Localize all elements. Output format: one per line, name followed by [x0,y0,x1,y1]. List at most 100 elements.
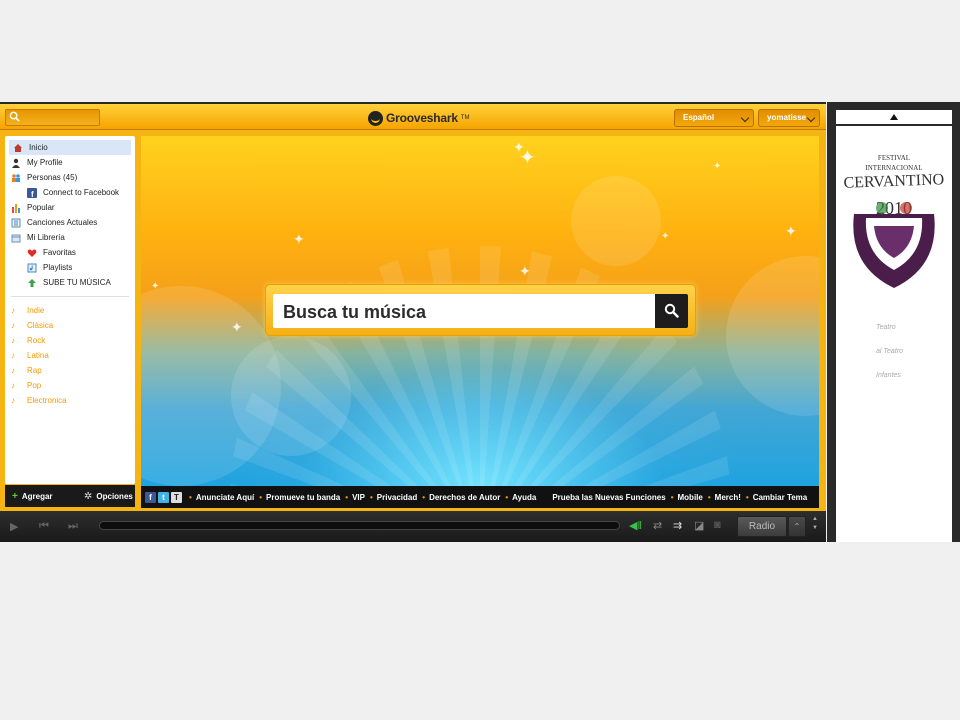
link-privacidad[interactable]: Privacidad [377,493,417,502]
repeat-icon[interactable]: ⇄ [653,519,662,532]
genre-item-electronica[interactable]: ♪ Electronica [5,393,135,408]
link-cambiar-tema[interactable]: Cambiar Tema [753,493,808,502]
genre-label: Clásica [27,321,54,330]
previous-icon[interactable]: ⏮ [39,520,49,533]
link-derechos[interactable]: Derechos de Autor [429,493,500,502]
grooveshark-logo[interactable]: Grooveshark TM [368,109,470,127]
language-dropdown[interactable]: Español [674,109,754,127]
chart-icon [11,203,21,213]
user-menu-dropdown[interactable]: yomatisse [758,109,820,127]
footer-links-bar: f t T • Anunciate Aquí • Promueve tu ban… [141,486,819,508]
sparkle-icon: ✦ [661,231,670,242]
genre-label: Rock [27,336,46,345]
main-search-input[interactable]: Busca tu música [273,294,658,328]
separator-dot: • [670,492,674,502]
ad-text: Infantes [876,372,901,379]
sidebar-item-label: Popular [27,203,55,212]
top-bar: Grooveshark TM Español yomatisse [0,102,826,130]
music-note-icon: ♪ [11,335,15,345]
tumblr-icon[interactable]: T [171,491,182,503]
separator-dot: • [505,492,509,502]
trademark: TM [460,115,470,121]
link-ayuda[interactable]: Ayuda [512,493,536,502]
link-nuevas-funciones[interactable]: Prueba las Nuevas Funciones [552,493,665,502]
sidebar-item-label: Favoritas [43,248,76,257]
sidebar-footer: + Agregar ✲ Opciones [5,485,135,507]
sidebar-item-label: Canciones Actuales [27,218,98,227]
light-rays [230,246,730,486]
add-label: Agregar [21,491,53,501]
sidebar-item-favoritas[interactable]: Favoritas [5,245,135,260]
upload-arrow-icon [27,278,37,288]
search-button[interactable] [655,294,688,328]
svg-text:FESTIVAL: FESTIVAL [878,154,910,162]
radio-button[interactable]: Radio [737,516,787,537]
grooveshark-logo-icon [368,110,383,126]
radio-antenna-icon[interactable]: ⌃ [788,516,806,537]
svg-text:INTERNACIONAL: INTERNACIONAL [865,164,922,172]
play-icon[interactable]: ▶ [10,520,18,533]
sidebar-divider [11,296,129,297]
link-mobile[interactable]: Mobile [678,493,703,502]
ad-banner[interactable]: CERVANTINO FESTIVAL INTERNACIONAL 2010 T… [836,126,952,542]
genre-item-rock[interactable]: ♪ Rock [5,333,135,348]
sidebar-item-mi-libreria[interactable]: Mi Librería [5,230,135,245]
festival-cervantino-logo: CERVANTINO FESTIVAL INTERNACIONAL 2010 [843,154,944,288]
music-note-icon: ♪ [11,320,15,330]
crossfade-icon[interactable]: ◪ [694,519,704,532]
twitter-icon[interactable]: t [158,491,169,503]
sidebar-item-playlists[interactable]: Playlists [5,260,135,275]
link-vip[interactable]: VIP [352,493,365,502]
home-icon [13,143,23,153]
add-button[interactable]: + Agregar [5,491,53,502]
separator-dot: • [189,492,192,502]
sidebar-item-label: Mi Librería [27,233,65,242]
link-anunciate[interactable]: Anunciate Aquí [196,493,254,502]
sidebar-item-label: Connect to Facebook [43,188,120,197]
brand-name: Grooveshark [386,111,458,125]
facebook-icon[interactable]: f [145,491,156,503]
genre-item-pop[interactable]: ♪ Pop [5,378,135,393]
next-icon[interactable]: ⏭ [68,520,78,533]
link-promueve[interactable]: Promueve tu banda [266,493,340,502]
sparkle-icon: ✦ [151,281,160,292]
language-label: Español [683,113,715,122]
sidebar-item-popular[interactable]: Popular [5,200,135,215]
search-placeholder: Busca tu música [283,302,427,322]
ad-collapse-button[interactable] [836,110,952,124]
sparkle-icon: ✦ [231,319,243,335]
music-note-icon: ♪ [11,380,15,390]
user-icon [11,158,21,168]
chevron-up-icon [890,114,898,120]
smile-icon[interactable]: ◙ [714,519,721,531]
genre-item-indie[interactable]: ♪ Indie [5,303,135,318]
sidebar-item-my-profile[interactable]: My Profile [5,155,135,170]
sidebar-item-label: Personas (45) [27,173,78,182]
sidebar-item-connect-facebook[interactable]: f Connect to Facebook [5,185,135,200]
sidebar-item-inicio[interactable]: Inicio [9,140,131,155]
options-button[interactable]: ✲ Opciones [77,491,133,502]
search-icon [664,303,679,318]
progress-bar[interactable] [99,521,620,530]
link-merch[interactable]: Merch! [715,493,741,502]
sidebar-item-canciones-actuales[interactable]: Canciones Actuales [5,215,135,230]
username-label: yomatisse [767,113,807,122]
volume-icon[interactable]: ◀ǁ [629,519,642,532]
queue-scroll-arrows[interactable]: ▲ ▼ [812,515,818,533]
genre-item-rap[interactable]: ♪ Rap [5,363,135,378]
shuffle-icon[interactable]: ⇉ [673,519,682,532]
options-label: Opciones [96,491,133,501]
svg-text:f: f [31,190,34,198]
sidebar-item-upload[interactable]: SUBE TU MÚSICA [5,275,135,290]
genre-item-clasica[interactable]: ♪ Clásica [5,318,135,333]
quick-search-input[interactable] [5,109,100,126]
heart-icon [27,248,37,258]
plus-icon: + [12,490,18,502]
sidebar-item-label: SUBE TU MÚSICA [43,278,111,287]
genre-item-latina[interactable]: ♪ Latina [5,348,135,363]
music-note-icon: ♪ [11,305,15,315]
ad-text: al Teatro [876,348,903,355]
sidebar-item-personas[interactable]: Personas (45) [5,170,135,185]
sidebar-item-label: My Profile [27,158,63,167]
ad-column: CERVANTINO FESTIVAL INTERNACIONAL 2010 T… [827,102,960,542]
